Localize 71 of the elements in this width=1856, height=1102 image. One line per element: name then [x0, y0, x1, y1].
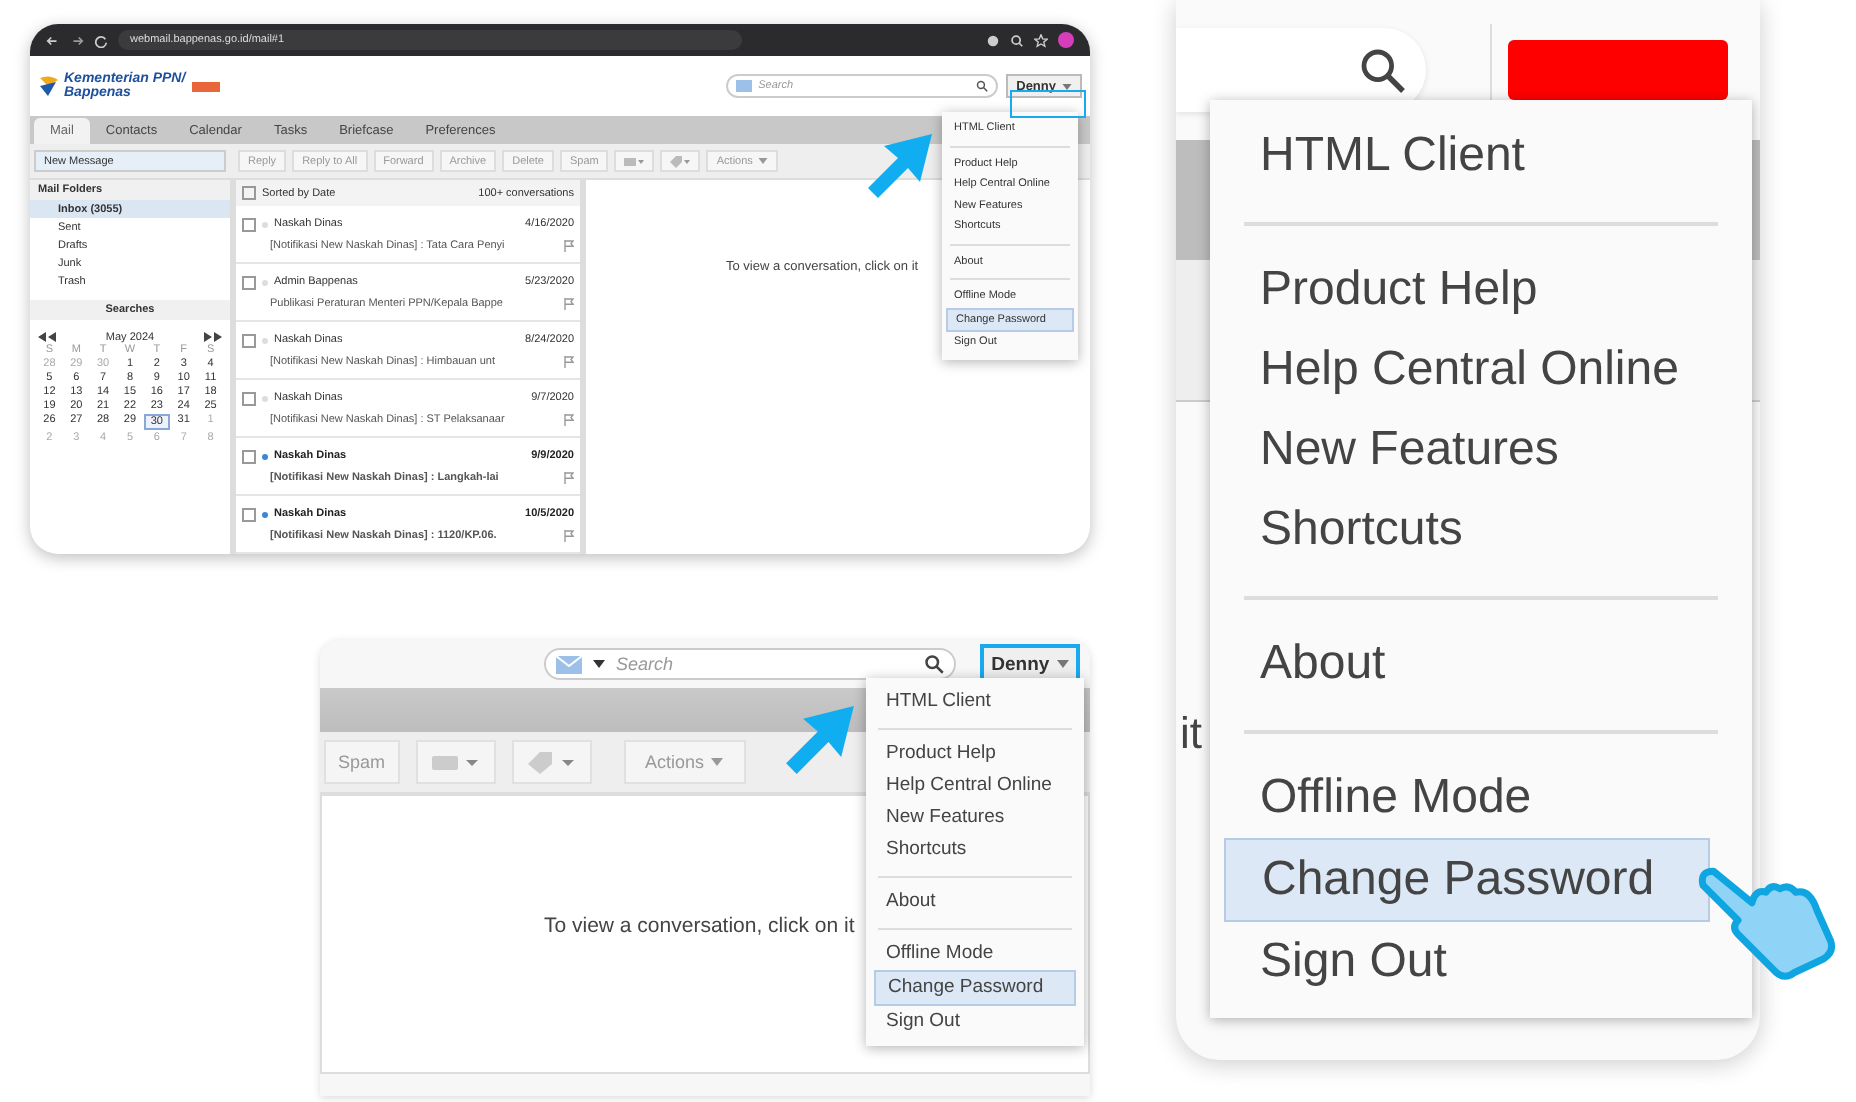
caret-icon [1055, 660, 1070, 668]
checkbox[interactable] [242, 217, 256, 231]
search-icon[interactable] [976, 80, 989, 92]
extension-icon[interactable] [986, 33, 1000, 47]
zoom-icon[interactable] [1010, 33, 1024, 47]
menu-item[interactable]: Change Password [1224, 838, 1710, 922]
pointer-arrow-icon [866, 132, 934, 200]
menu-item[interactable]: Help Central Online [1224, 330, 1710, 410]
checkbox[interactable] [242, 391, 256, 405]
flag-icon[interactable] [564, 413, 574, 425]
reload-icon[interactable] [94, 33, 108, 47]
tag-dropdown-button[interactable] [660, 150, 701, 172]
menu-item[interactable]: HTML Client [874, 686, 1076, 718]
flag-icon[interactable] [564, 239, 574, 251]
caret-icon [710, 758, 725, 766]
menu-item[interactable]: Sign Out [874, 1006, 1076, 1038]
checkbox[interactable] [242, 507, 256, 521]
menu-item[interactable]: Sign Out [1224, 922, 1710, 1002]
mail-icon [736, 80, 753, 92]
menu-item[interactable]: About [1224, 624, 1710, 704]
forward-icon[interactable] [70, 33, 84, 47]
flag-icon[interactable] [564, 355, 574, 367]
flag-icon[interactable] [564, 529, 574, 541]
menu-item[interactable]: Offline Mode [874, 938, 1076, 970]
menu-item[interactable]: About [874, 886, 1076, 918]
unread-dot [262, 511, 268, 517]
print-dropdown-button[interactable] [415, 740, 496, 784]
caret-icon [1062, 83, 1072, 89]
unread-dot [262, 279, 268, 285]
menu-item[interactable]: Shortcuts [874, 834, 1076, 866]
menu-item[interactable]: Product Help [874, 738, 1076, 770]
caret-icon [758, 158, 769, 164]
caret-icon [592, 660, 606, 668]
tag-dropdown-button[interactable] [511, 740, 592, 784]
brand-mark-icon [191, 81, 220, 91]
next-icon[interactable] [204, 332, 222, 342]
previous-icon[interactable] [38, 332, 56, 342]
back-icon[interactable] [46, 33, 60, 47]
unread-dot [262, 395, 268, 401]
menu-item[interactable]: Change Password [874, 970, 1076, 1006]
search-icon[interactable] [924, 654, 945, 674]
menu-item[interactable]: Shortcuts [1224, 490, 1710, 570]
checkbox[interactable] [242, 333, 256, 347]
pointer-arrow-icon [784, 704, 856, 776]
reading-pane-message: To view a conversation, click on it [544, 914, 855, 938]
star-icon[interactable] [1034, 33, 1048, 47]
printer-icon [429, 750, 482, 774]
checkbox[interactable] [242, 449, 256, 463]
reading-pane-message: it [1180, 708, 1202, 760]
menu-item[interactable]: New Features [1224, 410, 1710, 490]
checkbox[interactable] [242, 275, 256, 289]
checkbox[interactable] [242, 186, 256, 200]
menu-item[interactable]: Product Help [1224, 250, 1710, 330]
menu-item[interactable]: Help Central Online [874, 770, 1076, 802]
menu-item[interactable]: HTML Client [1224, 116, 1710, 196]
unread-dot [262, 453, 268, 459]
printer-icon [624, 155, 645, 167]
menu-item[interactable]: Offline Mode [1224, 758, 1710, 838]
tag-icon [670, 155, 691, 167]
unread-dot [262, 337, 268, 343]
print-dropdown-button[interactable] [614, 150, 655, 172]
mail-icon [556, 655, 582, 673]
logo-icon [38, 74, 58, 98]
unread-dot [262, 221, 268, 227]
flag-icon[interactable] [564, 297, 574, 309]
highlight-frame [1010, 90, 1086, 118]
flag-icon[interactable] [564, 471, 574, 483]
tag-icon [525, 750, 578, 774]
menu-item[interactable]: New Features [874, 802, 1076, 834]
profile-icon[interactable] [1058, 32, 1074, 48]
search-icon[interactable] [1358, 46, 1406, 94]
